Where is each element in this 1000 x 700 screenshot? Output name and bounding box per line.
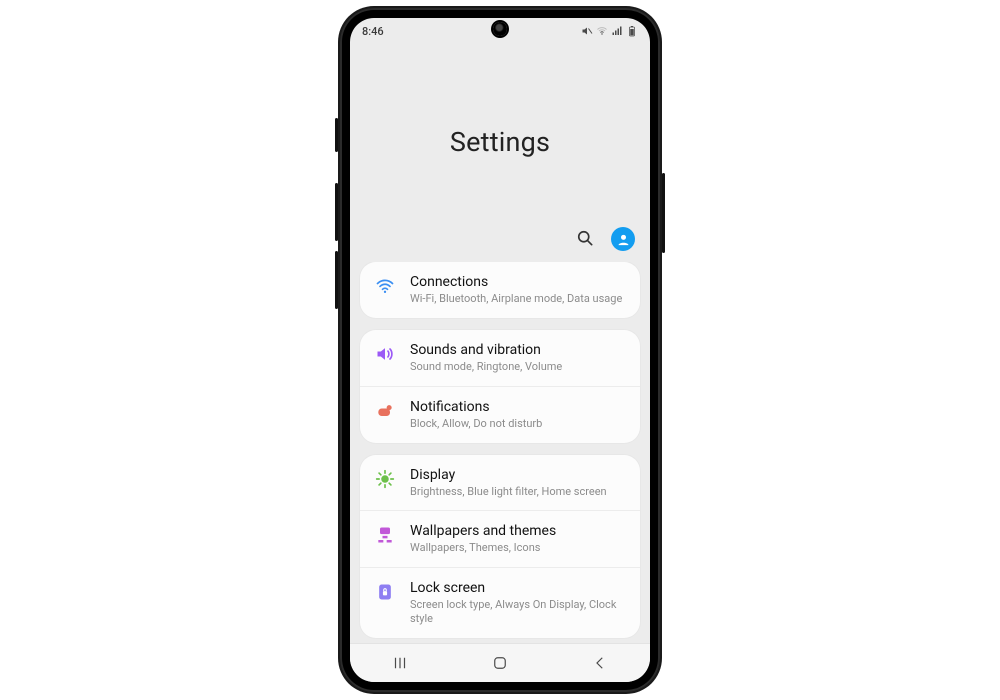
mute-icon xyxy=(581,25,593,37)
account-button[interactable] xyxy=(610,226,636,252)
screen: 8:46 Setting xyxy=(350,18,650,682)
battery-icon xyxy=(626,25,638,37)
settings-group: Sounds and vibration Sound mode, Rington… xyxy=(360,330,640,443)
settings-row-connections[interactable]: Connections Wi-Fi, Bluetooth, Airplane m… xyxy=(360,262,640,318)
row-subtitle: Wi-Fi, Bluetooth, Airplane mode, Data us… xyxy=(410,292,626,306)
row-title: Wallpapers and themes xyxy=(410,523,626,539)
settings-row-notifications[interactable]: Notifications Block, Allow, Do not distu… xyxy=(360,386,640,443)
wallpaper-icon xyxy=(374,523,396,545)
row-subtitle: Wallpapers, Themes, Icons xyxy=(410,541,626,555)
row-subtitle: Screen lock type, Always On Display, Clo… xyxy=(410,598,626,626)
settings-row-lockscreen[interactable]: Lock screen Screen lock type, Always On … xyxy=(360,567,640,638)
row-subtitle: Block, Allow, Do not disturb xyxy=(410,417,626,431)
wifi-weak-icon xyxy=(596,25,608,37)
row-title: Lock screen xyxy=(410,580,626,596)
lock-icon xyxy=(374,580,396,602)
account-icon xyxy=(611,227,635,251)
signal-icon xyxy=(611,25,623,37)
wifi-icon xyxy=(374,274,396,296)
row-title: Connections xyxy=(410,274,626,290)
front-camera xyxy=(493,22,507,36)
settings-list[interactable]: Connections Wi-Fi, Bluetooth, Airplane m… xyxy=(350,262,650,643)
page-title: Settings xyxy=(450,126,550,158)
notification-icon xyxy=(374,399,396,421)
settings-row-sounds[interactable]: Sounds and vibration Sound mode, Rington… xyxy=(360,330,640,386)
settings-group: Connections Wi-Fi, Bluetooth, Airplane m… xyxy=(360,262,640,318)
settings-row-wallpapers[interactable]: Wallpapers and themes Wallpapers, Themes… xyxy=(360,510,640,567)
row-subtitle: Brightness, Blue light filter, Home scre… xyxy=(410,485,626,499)
settings-group: Display Brightness, Blue light filter, H… xyxy=(360,455,640,638)
phone-frame: 8:46 Setting xyxy=(340,8,660,692)
nav-recents-button[interactable] xyxy=(380,650,420,676)
settings-header: Settings xyxy=(350,44,650,262)
volume-icon xyxy=(374,342,396,364)
nav-back-button[interactable] xyxy=(580,650,620,676)
settings-row-display[interactable]: Display Brightness, Blue light filter, H… xyxy=(360,455,640,511)
nav-bar xyxy=(350,643,650,682)
status-time: 8:46 xyxy=(362,25,384,38)
search-icon xyxy=(575,228,595,251)
row-title: Notifications xyxy=(410,399,626,415)
row-title: Sounds and vibration xyxy=(410,342,626,358)
display-icon xyxy=(374,467,396,489)
search-button[interactable] xyxy=(572,226,598,252)
nav-home-button[interactable] xyxy=(480,650,520,676)
row-title: Display xyxy=(410,467,626,483)
row-subtitle: Sound mode, Ringtone, Volume xyxy=(410,360,626,374)
